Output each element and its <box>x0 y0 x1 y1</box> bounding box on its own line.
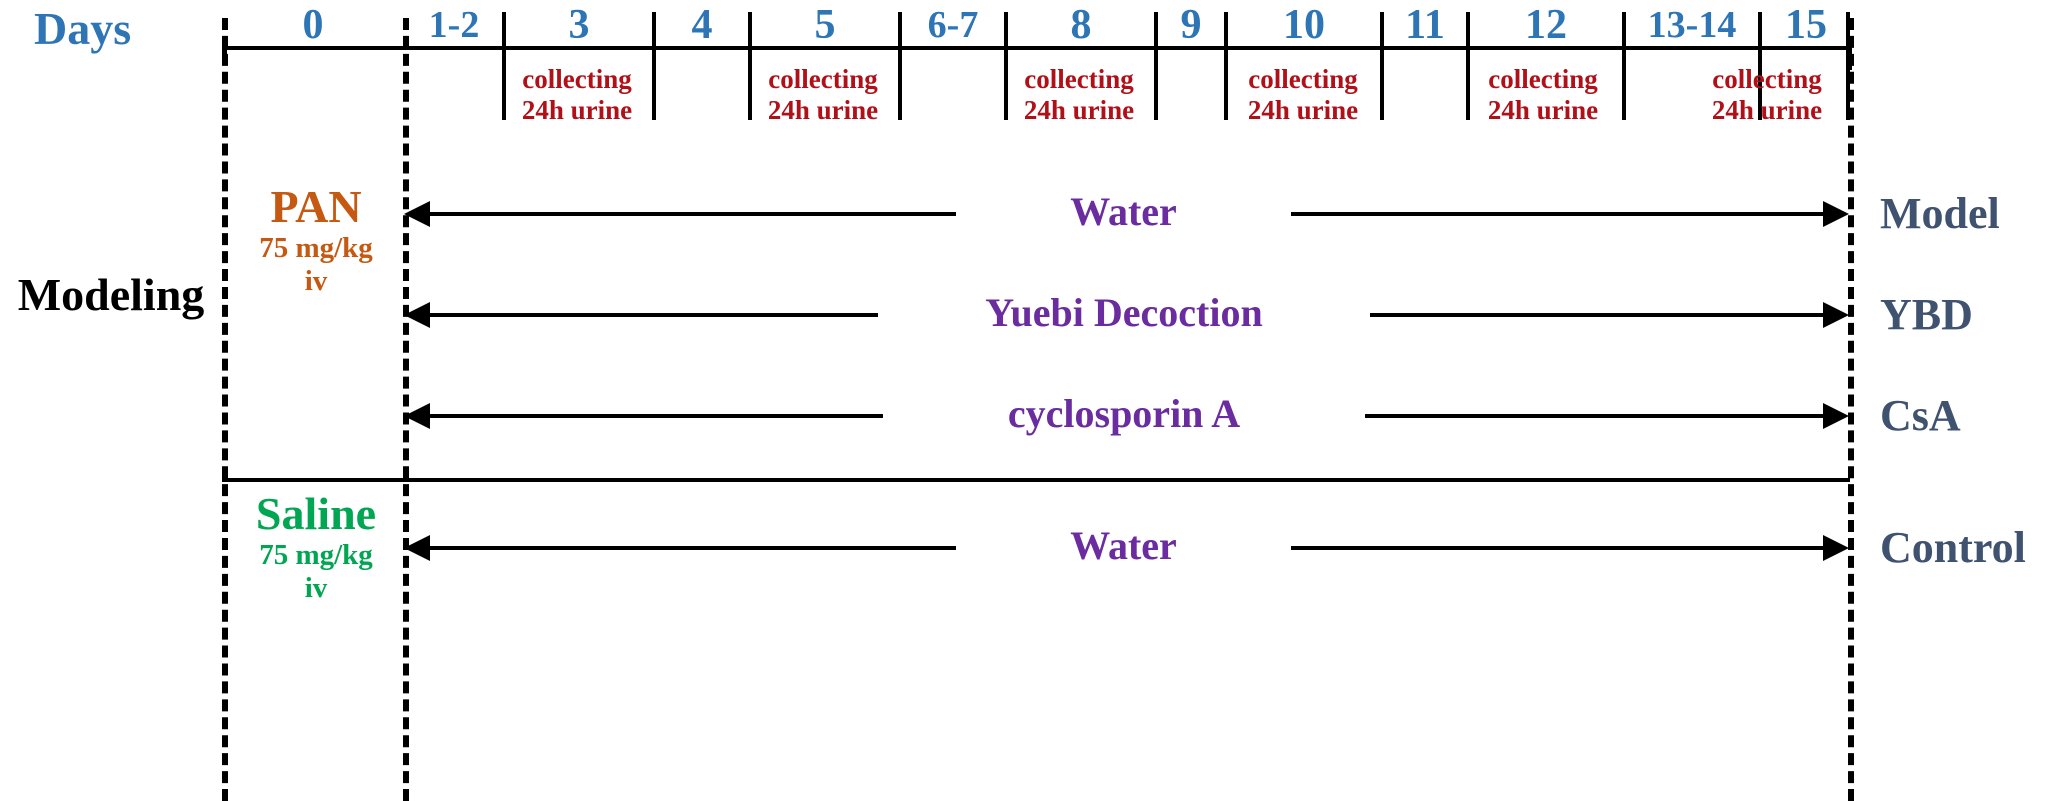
arrow-shaft-left <box>428 313 878 317</box>
urine-collection-label: collecting 24h urine <box>494 64 660 126</box>
group-label-csa: CsA <box>1880 391 1961 440</box>
pan-dose-block: PAN 75 mg/kg iv <box>228 182 404 298</box>
arrow-head-left <box>404 201 430 227</box>
dashed-guide-modeling-start <box>222 18 228 801</box>
urine-collection-label: collecting 24h urine <box>1458 64 1628 126</box>
urine-collection-line1: collecting <box>1248 64 1358 94</box>
arrow-head-right <box>1823 201 1849 227</box>
saline-dose-block: Saline 75 mg/kg iv <box>228 489 404 605</box>
day-number: 13-14 <box>1647 4 1737 46</box>
group-label-model: Model <box>1880 189 2000 238</box>
urine-collection-line1: collecting <box>1024 64 1134 94</box>
pan-dose-amount: 75 mg/kg <box>259 232 373 264</box>
day-number: 1-2 <box>428 4 480 46</box>
urine-collection-line2: 24h urine <box>1487 95 1599 125</box>
arrow-head-left <box>404 403 430 429</box>
day-number: 5 <box>814 2 836 48</box>
arrow-head-right <box>1823 403 1849 429</box>
urine-collection-line2: 24h urine <box>1023 95 1135 125</box>
treatment-label: Water <box>1070 189 1177 234</box>
urine-collection-line2: 24h urine <box>1247 95 1359 125</box>
day-number: 9 <box>1180 2 1202 48</box>
arrow-head-right <box>1823 302 1849 328</box>
arrow-head-left <box>404 302 430 328</box>
urine-collection-line2: 24h urine <box>1711 95 1823 125</box>
day-number: 10 <box>1283 2 1325 48</box>
modeling-label: Modeling <box>17 269 205 320</box>
arrow-shaft-left <box>428 546 956 550</box>
arrow-head-left <box>404 535 430 561</box>
urine-collection-label: collecting 24h urine <box>996 64 1162 126</box>
urine-collection-line2: 24h urine <box>767 95 879 125</box>
pan-dose-route: iv <box>304 265 328 297</box>
urine-collection-label: collecting 24h urine <box>1682 64 1852 126</box>
urine-collection-line2: 24h urine <box>521 95 633 125</box>
arrow-shaft-right <box>1370 313 1823 317</box>
saline-dose-route: iv <box>304 572 328 604</box>
urine-collection-line1: collecting <box>768 64 878 94</box>
group-label-ybd: YBD <box>1880 290 1973 339</box>
urine-collection-label: collecting 24h urine <box>740 64 906 126</box>
saline-dose-amount: 75 mg/kg <box>259 539 373 571</box>
day-number: 4 <box>691 2 713 48</box>
group-separator-line <box>222 478 1850 482</box>
days-axis-label: Days <box>34 3 132 54</box>
day-number: 8 <box>1070 2 1092 48</box>
arrow-shaft-right <box>1291 546 1823 550</box>
arrow-shaft-left <box>428 414 883 418</box>
group-label-control: Control <box>1880 523 2026 572</box>
arrow-head-right <box>1823 535 1849 561</box>
arrow-shaft-right <box>1365 414 1823 418</box>
pan-drug-name: PAN <box>270 181 362 232</box>
day-number: 6-7 <box>927 4 979 46</box>
urine-collection-line1: collecting <box>1712 64 1822 94</box>
day-number: 3 <box>568 2 590 48</box>
urine-collection-line1: collecting <box>522 64 632 94</box>
treatment-label: cyclosporin A <box>1007 391 1241 436</box>
treatment-label: Water <box>1070 523 1177 568</box>
urine-collection-line1: collecting <box>1488 64 1598 94</box>
day-number: 11 <box>1405 2 1445 48</box>
arrow-shaft-left <box>428 212 956 216</box>
urine-collection-label: collecting 24h urine <box>1218 64 1388 126</box>
arrow-shaft-right <box>1291 212 1823 216</box>
day-number: 12 <box>1525 2 1567 48</box>
saline-drug-name: Saline <box>255 488 377 539</box>
day-number: 15 <box>1785 2 1827 48</box>
treatment-label: Yuebi Decoction <box>985 290 1263 335</box>
day-number: 0 <box>302 2 324 48</box>
